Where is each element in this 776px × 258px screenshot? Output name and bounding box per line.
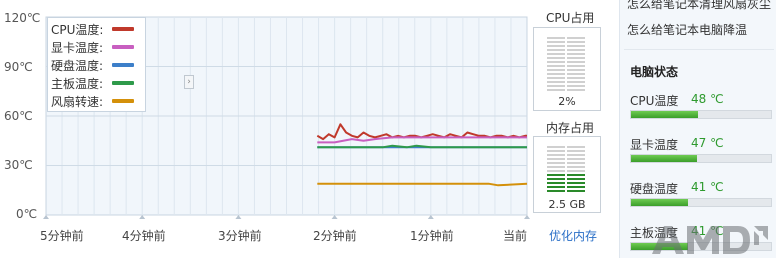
legend-collapse-button[interactable]: › xyxy=(184,75,194,89)
legend-swatch xyxy=(112,63,134,67)
usage-bar-segment xyxy=(547,166,585,168)
x-tick-label: 5分钟前 xyxy=(40,229,84,243)
x-tick-label: 3分钟前 xyxy=(218,229,262,243)
y-tick-label: 0℃ xyxy=(16,207,38,221)
usage-bar-segment xyxy=(547,190,585,192)
optimize-memory-link[interactable]: 优化内存 xyxy=(549,227,597,244)
article-link[interactable]: 怎么给笔记本电脑降温 xyxy=(627,21,747,38)
usage-bar-segment xyxy=(547,65,585,67)
usage-bar-segment xyxy=(547,158,585,160)
x-tick-mark xyxy=(235,215,242,219)
status-progress-bar xyxy=(630,154,772,163)
usage-bar-segment xyxy=(547,162,585,164)
legend-item-fan: 风扇转速: xyxy=(51,92,141,110)
usage-bar-segment xyxy=(547,69,585,71)
x-tick-label: 1分钟前 xyxy=(410,229,454,243)
legend-swatch xyxy=(112,99,134,103)
legend-item-board: 主板温度: xyxy=(51,74,141,92)
article-link[interactable]: 怎么给笔记本清理风扇灰尘 xyxy=(627,0,771,12)
usage-bar-segment xyxy=(547,150,585,152)
legend-label: 风扇转速: xyxy=(51,95,104,109)
cpu-usage-value: 2% xyxy=(558,95,576,108)
memory-usage-bars xyxy=(547,146,585,194)
x-tick-mark xyxy=(427,215,434,219)
usage-bar-segment xyxy=(547,61,585,63)
y-tick-label: 30℃ xyxy=(4,158,33,172)
y-tick-label: 60℃ xyxy=(4,109,33,123)
legend-item-cpu: CPU温度: xyxy=(51,20,141,38)
usage-bar-segment xyxy=(547,89,585,91)
x-tick-label: 当前 xyxy=(503,229,528,243)
memory-usage-title: 内存占用 xyxy=(546,121,595,135)
legend-label: 主板温度: xyxy=(51,77,104,91)
usage-bar-segment xyxy=(547,53,585,55)
usage-bar-segment xyxy=(547,73,585,75)
legend-swatch xyxy=(112,27,134,31)
usage-bar-segment xyxy=(547,57,585,59)
usage-bar-segment xyxy=(547,174,585,176)
x-tick-mark xyxy=(331,215,338,219)
usage-bar-segment xyxy=(547,45,585,47)
usage-bar-segment xyxy=(547,37,585,39)
legend-swatch xyxy=(112,45,134,49)
status-value: 48 ℃ xyxy=(691,92,724,106)
usage-bar-segment xyxy=(547,41,585,43)
usage-bar-segment xyxy=(547,77,585,79)
legend-label: 显卡温度: xyxy=(51,41,104,55)
x-tick-label: 4分钟前 xyxy=(122,229,166,243)
status-value: 41 ℃ xyxy=(691,180,724,194)
legend-label: CPU温度: xyxy=(51,23,104,37)
usage-bar-segment xyxy=(547,182,585,184)
x-axis-ticks xyxy=(43,215,530,219)
legend-label: 硬盘温度: xyxy=(51,59,104,73)
usage-bar-segment xyxy=(547,170,585,172)
cpu-usage-bars xyxy=(547,37,585,93)
status-value: 47 ℃ xyxy=(691,136,724,150)
y-tick-label: 120℃ xyxy=(4,11,41,25)
cpu-usage-title: CPU占用 xyxy=(546,11,595,25)
usage-bar-segment xyxy=(547,85,585,87)
legend-item-gpu: 显卡温度: xyxy=(51,38,141,56)
status-label: 显卡温度 xyxy=(630,138,679,152)
x-tick-label: 2分钟前 xyxy=(313,229,357,243)
usage-bar-segment xyxy=(547,81,585,83)
chart-legend: CPU温度: 显卡温度: 硬盘温度: 主板温度: 风扇转速: › xyxy=(47,17,194,112)
status-label: CPU温度 xyxy=(630,94,679,108)
usage-bar-segment xyxy=(547,146,585,148)
usage-bar-segment xyxy=(547,178,585,180)
usage-bar-segment xyxy=(547,186,585,188)
usage-bar-segment xyxy=(547,154,585,156)
sidebar-divider xyxy=(624,49,774,50)
pc-status-title: 电脑状态 xyxy=(630,65,679,79)
legend-swatch xyxy=(112,81,134,85)
amd-logo xyxy=(652,226,768,254)
cpu-usage-meter: 2% xyxy=(533,27,601,111)
usage-bar-segment xyxy=(547,49,585,51)
status-progress-bar xyxy=(630,110,772,119)
memory-usage-meter: 2.5 GB xyxy=(533,136,601,213)
status-label: 硬盘温度 xyxy=(630,182,679,196)
status-progress-bar xyxy=(630,198,772,207)
x-tick-mark xyxy=(139,215,146,219)
right-sidebar: 怎么给笔记本清理风扇灰尘 怎么给笔记本电脑降温 电脑状态 CPU温度 48 ℃ … xyxy=(619,0,776,258)
memory-usage-value: 2.5 GB xyxy=(548,198,586,211)
legend-item-disk: 硬盘温度: xyxy=(51,56,141,74)
x-tick-mark xyxy=(524,215,530,219)
y-tick-label: 90℃ xyxy=(4,60,33,74)
